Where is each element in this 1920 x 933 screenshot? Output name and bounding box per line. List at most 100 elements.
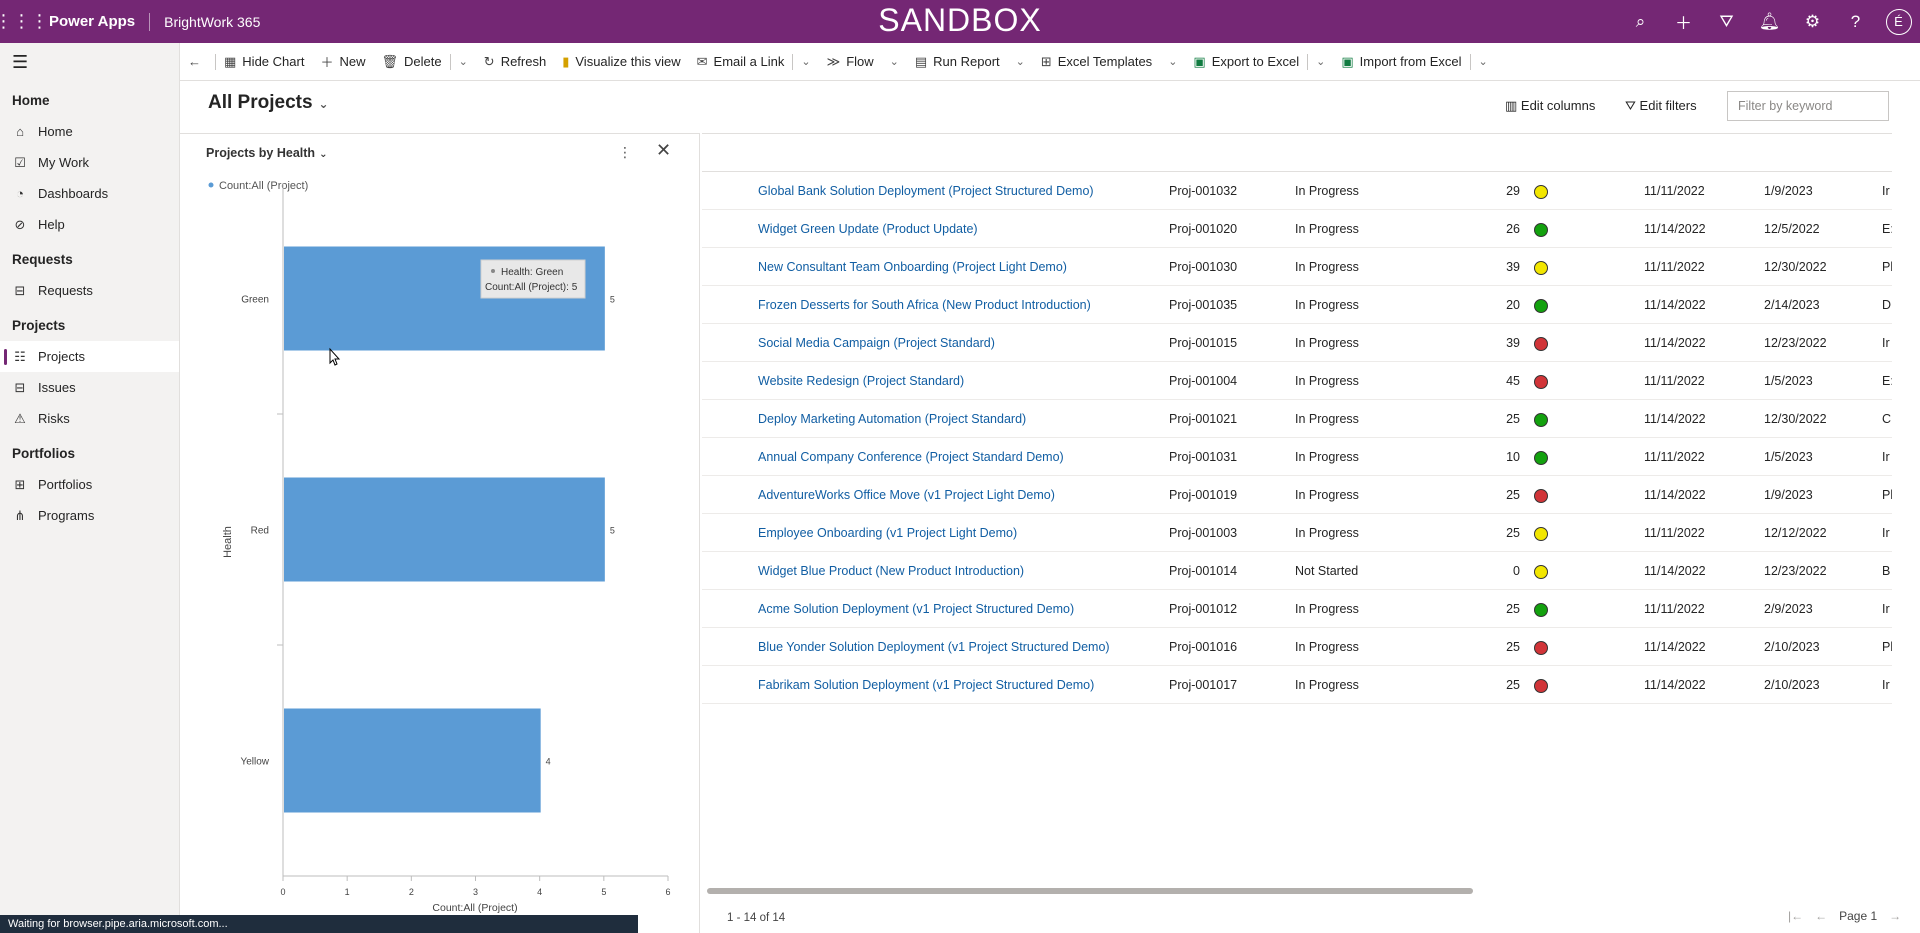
- visualize-view-button[interactable]: ▮ Visualize this view: [554, 43, 688, 81]
- import-chevron-icon[interactable]: ⌄: [1471, 43, 1496, 81]
- view-selector[interactable]: All Projects ⌄: [208, 92, 329, 114]
- project-id: Proj-001019: [1169, 488, 1238, 502]
- project-name-link[interactable]: Employee Onboarding (v1 Project Light De…: [758, 514, 1017, 552]
- hamburger-icon[interactable]: ☰: [0, 43, 179, 81]
- filter-keyword-input[interactable]: [1727, 91, 1889, 121]
- table-row[interactable]: Global Bank Solution Deployment (Project…: [702, 172, 1892, 210]
- hide-chart-button[interactable]: ▦ Hide Chart: [216, 43, 312, 81]
- sidebar-item-issues[interactable]: ⊟ Issues: [0, 372, 179, 403]
- table-row[interactable]: Frozen Desserts for South Africa (New Pr…: [702, 286, 1892, 324]
- project-name-link[interactable]: Global Bank Solution Deployment (Project…: [758, 172, 1094, 210]
- sidebar-item-programs[interactable]: ⋔ Programs: [0, 500, 179, 531]
- project-id: Proj-001003: [1169, 526, 1238, 540]
- project-name-link[interactable]: New Consultant Team Onboarding (Project …: [758, 248, 1067, 286]
- delete-button[interactable]: 🗑︎ Delete: [373, 43, 449, 81]
- project-name-link[interactable]: Blue Yonder Solution Deployment (v1 Proj…: [758, 628, 1110, 666]
- edit-columns-button[interactable]: ▥ Edit columns: [1505, 98, 1595, 114]
- project-id: Proj-001035: [1169, 298, 1238, 312]
- app-name[interactable]: Power Apps: [43, 13, 149, 30]
- table-row[interactable]: AdventureWorks Office Move (v1 Project L…: [702, 476, 1892, 514]
- sidebar-item-portfolios[interactable]: ⊞ Portfolios: [0, 469, 179, 500]
- portfolio-icon: ⊞: [14, 476, 26, 492]
- y-tick-label: Yellow: [240, 757, 269, 768]
- next-page-icon[interactable]: →: [1889, 909, 1901, 923]
- project-start-date: 11/14/2022: [1644, 640, 1706, 654]
- project-status: In Progress: [1295, 412, 1359, 426]
- flow-chevron-icon[interactable]: ⌄: [882, 43, 907, 81]
- prev-page-icon[interactable]: ←: [1815, 909, 1827, 923]
- email-link-button[interactable]: ✉ Email a Link: [689, 43, 793, 81]
- project-name-link[interactable]: Widget Blue Product (New Product Introdu…: [758, 552, 1024, 590]
- x-tick-label: 2: [409, 887, 414, 897]
- import-excel-button[interactable]: ▣ Import from Excel: [1333, 43, 1469, 81]
- email-link-label: Email a Link: [713, 54, 785, 69]
- project-name-link[interactable]: Website Redesign (Project Standard): [758, 362, 964, 400]
- back-button[interactable]: ←: [180, 43, 215, 81]
- filter-icon[interactable]: ⛛: [1705, 0, 1748, 43]
- horizontal-scrollbar[interactable]: [707, 888, 1473, 894]
- close-icon[interactable]: ✕: [656, 140, 671, 161]
- table-row[interactable]: Fabrikam Solution Deployment (v1 Project…: [702, 666, 1892, 704]
- health-dot-icon: [1534, 564, 1548, 579]
- app-launcher-icon[interactable]: ⋮⋮⋮: [0, 0, 49, 43]
- plus-icon[interactable]: ＋: [1662, 0, 1705, 43]
- project-id: Proj-001012: [1169, 602, 1238, 616]
- health-indicator: [1534, 286, 1548, 324]
- project-name-link[interactable]: AdventureWorks Office Move (v1 Project L…: [758, 476, 1055, 514]
- table-row[interactable]: Website Redesign (Project Standard) Proj-…: [702, 362, 1892, 400]
- edit-filters-button[interactable]: ⛛ Edit filters: [1625, 98, 1697, 114]
- sidebar-item-risks[interactable]: ⚠ Risks: [0, 403, 179, 434]
- project-name-link[interactable]: Deploy Marketing Automation (Project Sta…: [758, 400, 1026, 438]
- health-dot-icon: [1534, 412, 1548, 427]
- avatar-button[interactable]: É: [1877, 0, 1920, 43]
- sidebar-item-requests[interactable]: ⊟ Requests: [0, 275, 179, 306]
- project-finish-date: 12/30/2022: [1764, 260, 1827, 274]
- sidebar-item-projects[interactable]: ☷ Projects: [0, 341, 179, 372]
- gear-icon[interactable]: ⚙: [1791, 0, 1834, 43]
- refresh-button[interactable]: ↻ Refresh: [476, 43, 554, 81]
- export-chevron-icon[interactable]: ⌄: [1308, 43, 1333, 81]
- project-id: Proj-001030: [1169, 260, 1238, 274]
- run-report-chevron-icon[interactable]: ⌄: [1008, 43, 1033, 81]
- flow-button[interactable]: ≫ Flow: [819, 43, 882, 81]
- search-icon[interactable]: ⌕: [1619, 0, 1662, 43]
- delete-dropdown-chevron-icon[interactable]: ⌄: [451, 43, 476, 81]
- table-row[interactable]: Widget Blue Product (New Product Introdu…: [702, 552, 1892, 590]
- sidebar-item-dashboards[interactable]: ◔ Dashboards: [0, 178, 179, 209]
- export-excel-button[interactable]: ▣ Export to Excel: [1185, 43, 1307, 81]
- table-row[interactable]: Blue Yonder Solution Deployment (v1 Proj…: [702, 628, 1892, 666]
- more-options-icon[interactable]: ⋮: [618, 144, 632, 161]
- excel-templates-button[interactable]: ⊞ Excel Templates: [1033, 43, 1160, 81]
- chart-selector[interactable]: Projects by Health ⌄: [206, 146, 327, 160]
- run-report-button[interactable]: ▤ Run Report: [907, 43, 1008, 81]
- project-name-link[interactable]: Social Media Campaign (Project Standard): [758, 324, 995, 362]
- project-name-link[interactable]: Acme Solution Deployment (v1 Project Str…: [758, 590, 1074, 628]
- project-name-link[interactable]: Annual Company Conference (Project Stand…: [758, 438, 1064, 476]
- email-dropdown-chevron-icon[interactable]: ⌄: [793, 43, 818, 81]
- page-label: Page 1: [1839, 909, 1878, 923]
- table-row[interactable]: Deploy Marketing Automation (Project Sta…: [702, 400, 1892, 438]
- project-name-link[interactable]: Frozen Desserts for South Africa (New Pr…: [758, 286, 1091, 324]
- project-name-link[interactable]: Fabrikam Solution Deployment (v1 Project…: [758, 666, 1094, 704]
- table-row[interactable]: Widget Green Update (Product Update) Proj…: [702, 210, 1892, 248]
- sidebar-item-home[interactable]: ⌂ Home: [0, 116, 179, 147]
- bell-icon[interactable]: 🔔︎: [1748, 0, 1791, 43]
- project-extra-column: E:: [1882, 222, 1892, 236]
- environment-name[interactable]: BrightWork 365: [150, 14, 260, 30]
- excel-templates-chevron-icon[interactable]: ⌄: [1160, 43, 1185, 81]
- first-page-icon[interactable]: |←: [1788, 909, 1803, 923]
- table-row[interactable]: Annual Company Conference (Project Stand…: [702, 438, 1892, 476]
- sidebar-item-label: Requests: [38, 283, 93, 298]
- table-row[interactable]: Acme Solution Deployment (v1 Project Str…: [702, 590, 1892, 628]
- table-row[interactable]: New Consultant Team Onboarding (Project …: [702, 248, 1892, 286]
- new-button[interactable]: ＋ New: [312, 43, 373, 81]
- tooltip-line: Health: Green: [501, 267, 563, 278]
- project-id: Proj-001004: [1169, 374, 1238, 388]
- table-row[interactable]: Social Media Campaign (Project Standard)…: [702, 324, 1892, 362]
- table-row[interactable]: Employee Onboarding (v1 Project Light De…: [702, 514, 1892, 552]
- sidebar-item-help[interactable]: ⊘ Help: [0, 209, 179, 240]
- sidebar-item-my-work[interactable]: ☑ My Work: [0, 147, 179, 178]
- excel-templates-label: Excel Templates: [1057, 54, 1153, 69]
- help-icon[interactable]: ?: [1834, 0, 1877, 43]
- project-name-link[interactable]: Widget Green Update (Product Update): [758, 210, 978, 248]
